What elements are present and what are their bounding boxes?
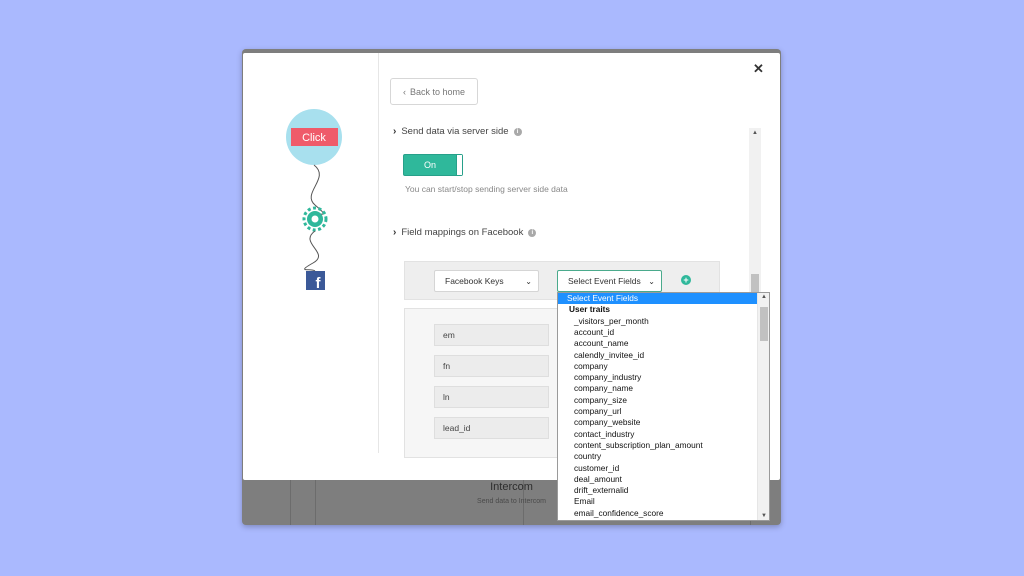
dropdown-option[interactable]: Email	[558, 496, 757, 507]
dropdown-option[interactable]: country	[558, 451, 757, 462]
dropdown-option[interactable]: content_subscription_plan_amount	[558, 440, 757, 451]
back-to-home-label: Back to home	[409, 86, 466, 97]
flow-diagram: Click f	[286, 109, 342, 292]
dropdown-option-selected[interactable]: Select Event Fields	[558, 293, 757, 305]
dropdown-option[interactable]: account_id	[558, 327, 757, 338]
toggle-state-label: On	[423, 160, 436, 170]
back-to-home-button[interactable]: ‹ Back to home	[390, 78, 478, 105]
event-fields-dropdown-list[interactable]: Select Event Fields User traits _visitor…	[557, 292, 770, 521]
server-side-heading: Send data via server side	[401, 126, 509, 137]
dropdown-scrollbar-thumb[interactable]	[760, 307, 768, 341]
flow-connector	[304, 230, 320, 272]
scroll-down-arrow-icon[interactable]: ▼	[758, 513, 769, 519]
dropdown-option[interactable]: deal_amount	[558, 474, 757, 485]
chevron-left-icon: ‹	[402, 86, 406, 97]
dropdown-option[interactable]: _visitors_per_month	[558, 316, 757, 327]
server-side-toggle[interactable]: On	[403, 154, 463, 176]
dropdown-group-user-traits: User traits	[569, 304, 611, 315]
scroll-up-arrow-icon[interactable]: ▲	[749, 130, 761, 136]
event-fields-value: Select Event Fields	[568, 276, 641, 286]
field-mappings-section-header[interactable]: › Field mappings on Facebook i	[393, 227, 537, 238]
dropdown-option[interactable]: contact_industry	[558, 429, 757, 440]
close-icon[interactable]: ✕	[753, 61, 764, 77]
add-mapping-icon[interactable]: +	[681, 275, 691, 285]
mapped-field-em[interactable]: em	[434, 324, 549, 346]
facebook-icon: f	[306, 271, 325, 292]
facebook-keys-value: Facebook Keys	[445, 276, 504, 286]
info-icon[interactable]: i	[528, 228, 537, 237]
server-side-help-text: You can start/stop sending server side d…	[405, 184, 568, 194]
info-icon[interactable]: i	[513, 127, 522, 136]
dropdown-option[interactable]: company_name	[558, 383, 757, 394]
click-node-label: Click	[302, 132, 326, 144]
dropdown-option[interactable]: customer_id	[558, 463, 757, 474]
field-mappings-heading: Field mappings on Facebook	[401, 227, 524, 238]
dropdown-option[interactable]: calendly_invitee_id	[558, 350, 757, 361]
dropdown-option[interactable]: company_url	[558, 406, 757, 417]
dropdown-option[interactable]: company_website	[558, 417, 757, 428]
dropdown-option[interactable]: company	[558, 361, 757, 372]
chevron-down-icon: ⌄	[525, 277, 532, 286]
mapped-field-lead-id[interactable]: lead_id	[434, 417, 549, 439]
chevron-right-icon: ›	[393, 227, 397, 238]
dropdown-scrollbar[interactable]: ▲ ▼	[757, 293, 769, 520]
mapped-field-ln[interactable]: ln	[434, 386, 549, 408]
dropdown-option[interactable]: account_name	[558, 338, 757, 349]
dropdown-option[interactable]: company_industry	[558, 372, 757, 383]
scroll-up-arrow-icon[interactable]: ▲	[758, 294, 769, 300]
mapped-field-fn[interactable]: fn	[434, 355, 549, 377]
dropdown-option[interactable]: drift_externalid	[558, 485, 757, 496]
chevron-right-icon: ›	[393, 126, 397, 137]
dropdown-option[interactable]: company_size	[558, 395, 757, 406]
toggle-knob	[456, 155, 462, 175]
server-side-section-header[interactable]: › Send data via server side i	[393, 126, 522, 137]
event-fields-select[interactable]: Select Event Fields ⌄	[557, 270, 662, 292]
dropdown-option[interactable]: email_confidence_score	[558, 508, 757, 519]
chevron-down-icon: ⌄	[648, 277, 655, 286]
flow-diagram-panel: Click f	[243, 53, 379, 453]
facebook-keys-select[interactable]: Facebook Keys ⌄	[434, 270, 539, 292]
gear-icon	[302, 206, 328, 232]
